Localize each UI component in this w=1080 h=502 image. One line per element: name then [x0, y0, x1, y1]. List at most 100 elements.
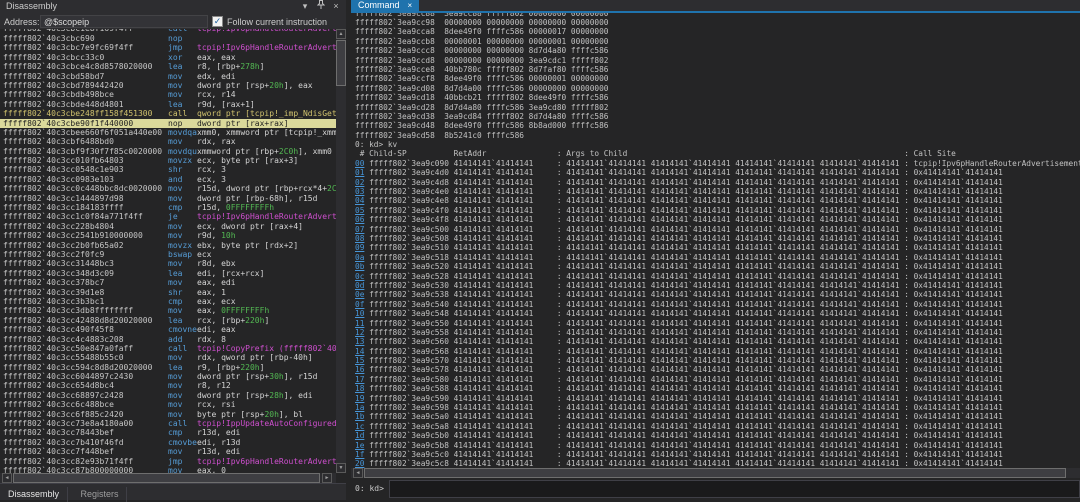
disassembly-row[interactable]: fffff802`40c3cc378bc7moveax, edi — [0, 278, 336, 287]
stack-frame-link[interactable]: 13 — [355, 337, 364, 346]
disassembly-row[interactable]: fffff802`40c3cbd58bd7movedx, edi — [0, 72, 336, 81]
disassembly-row[interactable]: fffff802`40c3cc4c4883c208addrdx, 8 — [0, 335, 336, 344]
disassembly-row[interactable]: fffff802`40c3cbf6488bd0movrdx, rax — [0, 137, 336, 146]
tab-close-icon[interactable]: × — [408, 1, 413, 10]
disassembly-row[interactable]: fffff802`40c3cc1444897d98movdword ptr [r… — [0, 194, 336, 203]
disassembly-row[interactable]: fffff802`40c3cbee660f6f051a440e00movdqax… — [0, 128, 336, 137]
stack-frame-link[interactable]: 04 — [355, 196, 364, 205]
stack-frame-link[interactable]: 0b — [355, 262, 364, 271]
disassembly-vscrollbar[interactable]: ▲ ▼ — [336, 29, 346, 473]
stack-frame-link[interactable]: 18 — [355, 384, 364, 393]
disassembly-row[interactable]: fffff802`40c3cc73e8a4180a00calltcpip!Ipp… — [0, 419, 336, 428]
stack-frame-link[interactable]: 15 — [355, 356, 364, 365]
tab-command[interactable]: Command× — [351, 0, 419, 11]
disassembly-row[interactable]: fffff802`40c3cc2b0fb65a02movzxebx, byte … — [0, 241, 336, 250]
disassembly-row[interactable]: fffff802`40c3cc82e93b71f4ffjmptcpip!Ipv6… — [0, 457, 336, 466]
stack-frame-link[interactable]: 1f — [355, 450, 364, 459]
disassembly-row[interactable]: fffff802`40c3cc490f45f8cmovneedi, eax — [0, 325, 336, 334]
stack-frame-link[interactable]: 0f — [355, 300, 364, 309]
stack-frame-link[interactable]: 11 — [355, 319, 364, 328]
disassembly-row[interactable]: fffff802`40c3cc1c0f84a771f4ffjetcpip!Ipv… — [0, 212, 336, 221]
disassembly-row[interactable]: fffff802`40c3cbf9f30f7f85c0020000movdqux… — [0, 147, 336, 156]
stack-frame-link[interactable]: 1d — [355, 431, 364, 440]
disassembly-row[interactable]: fffff802`40c3cc010fb64803movzxecx, byte … — [0, 156, 336, 165]
scroll-left-icon[interactable]: ◄ — [353, 468, 363, 478]
stack-frame-link[interactable]: 05 — [355, 206, 364, 215]
disassembly-row[interactable]: fffff802`40c3cc42488d8d20020000learcx, [… — [0, 316, 336, 325]
stack-frame-link[interactable]: 1a — [355, 403, 364, 412]
scroll-down-icon[interactable]: ▼ — [336, 463, 346, 473]
disassembly-row[interactable]: fffff802`40c3cc87b800000000moveax, 0 — [0, 466, 336, 473]
disassembly-row[interactable]: fffff802`40c3cc6c488bcemovrcx, rsi — [0, 400, 336, 409]
stack-frame-link[interactable]: 0e — [355, 290, 364, 299]
disassembly-row[interactable]: fffff802`40c3cc0548c1e903shrrcx, 3 — [0, 165, 336, 174]
stack-frame-link[interactable]: 02 — [355, 178, 364, 187]
disassembly-row[interactable]: fffff802`40c3cc3db8ffffffffmoveax, 0FFFF… — [0, 306, 336, 315]
disassembly-row[interactable]: fffff802`40c3cc78443befcmpr13d, edi — [0, 428, 336, 437]
disassembly-row[interactable]: fffff802`40c3cc6f885c2420movbyte ptr [rs… — [0, 410, 336, 419]
disassembly-row[interactable]: fffff802`40c3cc3b3bc1cmpeax, ecx — [0, 297, 336, 306]
stack-frame-link[interactable]: 0d — [355, 281, 364, 290]
stack-frame-link[interactable]: 00 — [355, 159, 364, 168]
disassembly-row[interactable]: fffff802`40c3cbc690nop — [0, 34, 336, 43]
disassembly-row[interactable]: fffff802`40c3cbdb498bcemovrcx, r14 — [0, 90, 336, 99]
chevron-down-icon[interactable]: ▾ — [298, 0, 312, 13]
stack-frame-link[interactable]: 20 — [355, 459, 364, 468]
stack-frame-link[interactable]: 12 — [355, 328, 364, 337]
tab-disassembly[interactable]: Disassembly — [0, 487, 68, 502]
stack-frame-link[interactable]: 17 — [355, 375, 364, 384]
scroll-right-icon[interactable]: ► — [322, 473, 332, 483]
disassembly-row[interactable]: fffff802`40c3cbcc33c0xoreax, eax — [0, 53, 336, 62]
stack-frame-link[interactable]: 19 — [355, 394, 364, 403]
disassembly-row[interactable]: fffff802`40c3cbde448d4801lear9d, [rax+1] — [0, 100, 336, 109]
disassembly-row[interactable]: fffff802`40c3cbce4c8d8578020000lear8, [r… — [0, 62, 336, 71]
disassembly-row[interactable]: fffff802`40c3cc7f448befmovr13d, edi — [0, 447, 336, 456]
tab-registers[interactable]: Registers — [72, 487, 127, 502]
stack-frame-link[interactable]: 1e — [355, 441, 364, 450]
stack-frame-link[interactable]: 1c — [355, 422, 364, 431]
vscroll-thumb[interactable] — [336, 40, 346, 86]
command-input[interactable] — [389, 480, 1080, 498]
disassembly-row[interactable]: fffff802`40c3cc6044897c2430movdword ptr … — [0, 372, 336, 381]
disassembly-row[interactable]: fffff802`40c3cc0983e103andecx, 3 — [0, 175, 336, 184]
stack-frame-link[interactable]: 07 — [355, 225, 364, 234]
stack-frame-link[interactable]: 03 — [355, 187, 364, 196]
disassembly-row[interactable]: fffff802`40c3cc31448bc3movr8d, ebx — [0, 259, 336, 268]
disassembly-row[interactable]: fffff802`40c3cc594c8d8d20020000lear9, [r… — [0, 363, 336, 372]
stack-frame-link[interactable]: 0c — [355, 272, 364, 281]
disassembly-row[interactable]: fffff802`40c3cc55488b55c0movrdx, qword p… — [0, 353, 336, 362]
disassembly-row[interactable]: fffff802`40c3cbd789442420movdword ptr [r… — [0, 81, 336, 90]
stack-frame-link[interactable]: 14 — [355, 347, 364, 356]
scroll-left-icon[interactable]: ◄ — [2, 473, 12, 483]
disassembly-row[interactable]: fffff802`40c3cbc1e8f169f4ffcalltcpip!Ipv… — [0, 29, 336, 33]
address-input[interactable] — [40, 15, 208, 28]
pin-icon[interactable] — [314, 0, 328, 13]
disassembly-row[interactable]: fffff802`40c3cc348d3c09leaedi, [rcx+rcx] — [0, 269, 336, 278]
stack-frame-link[interactable]: 08 — [355, 234, 364, 243]
disassembly-row[interactable]: fffff802`40c3cc50e847a0faffcalltcpip!Cop… — [0, 344, 336, 353]
hscroll-thumb[interactable] — [364, 468, 1066, 478]
stack-frame-link[interactable]: 10 — [355, 309, 364, 318]
disassembly-listing[interactable]: fffff802`40c3cbc1e8f169f4ffcalltcpip!Ipv… — [0, 29, 336, 473]
disassembly-row[interactable]: fffff802`40c3cc228b4804movecx, dword ptr… — [0, 222, 336, 231]
disassembly-row[interactable]: fffff802`40c3cbe90f1f440000nopdword ptr … — [0, 119, 336, 128]
disassembly-row[interactable]: fffff802`40c3cc2541b910000000movr9d, 10h — [0, 231, 336, 240]
command-hscrollbar[interactable]: ◄ — [351, 468, 1080, 478]
disassembly-row[interactable]: fffff802`40c3cc654d8bc4movr8, r12 — [0, 381, 336, 390]
follow-instruction-checkbox[interactable]: ✓ — [212, 16, 223, 27]
disassembly-row[interactable]: fffff802`40c3cc0c448bbc8dc0020000movr15d… — [0, 184, 336, 193]
disassembly-row[interactable]: fffff802`40c3cc2f0fc9bswapecx — [0, 250, 336, 259]
stack-frame-link[interactable]: 09 — [355, 243, 364, 252]
stack-frame-link[interactable]: 0a — [355, 253, 364, 262]
disassembly-row[interactable]: fffff802`40c3cbe248ff158f451300callqword… — [0, 109, 336, 118]
close-icon[interactable]: × — [329, 0, 343, 13]
disassembly-row[interactable]: fffff802`40c3cc184183ffffcmpr15d, 0FFFFF… — [0, 203, 336, 212]
hscroll-thumb[interactable] — [13, 473, 320, 483]
scroll-up-icon[interactable]: ▲ — [336, 29, 346, 39]
stack-frame-link[interactable]: 1b — [355, 412, 364, 421]
disassembly-hscrollbar[interactable]: ◄ ► — [0, 473, 336, 483]
disassembly-row[interactable]: fffff802`40c3cc7b410f46fdcmovbeedi, r13d — [0, 438, 336, 447]
stack-frame-link[interactable]: 06 — [355, 215, 364, 224]
disassembly-row[interactable]: fffff802`40c3cc39d1e8shreax, 1 — [0, 288, 336, 297]
stack-frame-link[interactable]: 16 — [355, 365, 364, 374]
